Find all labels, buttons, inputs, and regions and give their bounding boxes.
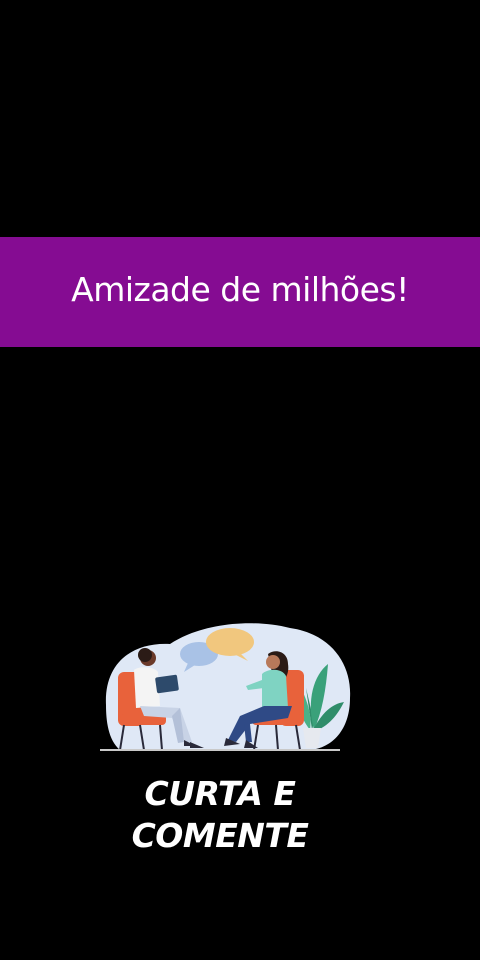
cta-line-1: CURTA E bbox=[144, 774, 296, 813]
conversation-illustration bbox=[100, 623, 351, 751]
title-banner: Amizade de milhões! bbox=[0, 237, 480, 347]
cta-line-2: COMENTE bbox=[131, 816, 309, 855]
call-to-action-text: CURTA E COMENTE bbox=[95, 773, 345, 857]
banner-title: Amizade de milhões! bbox=[71, 269, 409, 309]
